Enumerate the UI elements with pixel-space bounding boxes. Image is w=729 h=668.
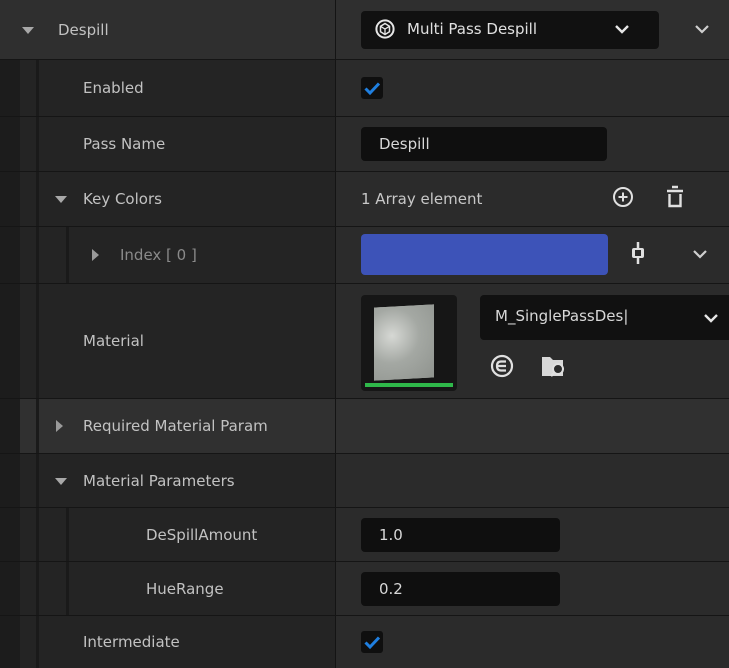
- expand-arrow-icon[interactable]: [56, 420, 63, 432]
- row-enabled: Enabled: [0, 60, 729, 117]
- indent-line: [66, 562, 69, 615]
- expand-arrow-icon[interactable]: [92, 249, 99, 261]
- hue-range-name-cell: HueRange: [0, 562, 335, 615]
- add-element-icon[interactable]: [612, 186, 634, 212]
- indent-line: [36, 508, 39, 561]
- material-params-label: Material Parameters: [83, 471, 235, 490]
- class-dropdown-value: Multi Pass Despill: [407, 20, 538, 38]
- pass-name-name-cell: Pass Name: [0, 117, 335, 171]
- row-key-colors: Key Colors 1 Array element: [0, 172, 729, 227]
- despill-amount-label: DeSpillAmount: [146, 525, 258, 544]
- row-hue-range: HueRange 0.2: [0, 562, 729, 616]
- indent-line: [36, 454, 39, 507]
- row-options-chevron-icon[interactable]: [694, 21, 710, 39]
- eyedropper-icon[interactable]: [628, 241, 648, 269]
- browse-to-asset-icon[interactable]: [541, 354, 569, 384]
- row-material-parameters: Material Parameters: [0, 454, 729, 508]
- row-intermediate: Intermediate: [0, 616, 729, 668]
- indent-gutter: [0, 616, 20, 668]
- asset-type-bar: [365, 383, 453, 387]
- color-swatch[interactable]: [361, 234, 608, 275]
- row-despill: Despill Multi Pass Despill: [0, 0, 729, 60]
- indent-gutter: [0, 562, 20, 615]
- details-panel: Despill Multi Pass Despill Enabled Pass …: [0, 0, 729, 668]
- intermediate-checkbox[interactable]: [361, 631, 383, 653]
- indent-gutter: [0, 399, 20, 453]
- despill-amount-input[interactable]: 1.0: [361, 517, 560, 552]
- index-0-label: Index [ 0 ]: [120, 246, 197, 264]
- key-colors-name-cell[interactable]: Key Colors: [0, 172, 335, 226]
- indent-gutter: [0, 60, 20, 116]
- material-name-cell: Material: [0, 284, 335, 398]
- row-required-material-params: Required Material Param: [0, 399, 729, 454]
- enabled-value-cell: [336, 60, 729, 116]
- despill-label: Despill: [58, 20, 109, 39]
- indent-line: [36, 60, 39, 116]
- indent-gutter: [0, 227, 20, 283]
- indent-line: [36, 172, 39, 226]
- despill-amount-name-cell: DeSpillAmount: [0, 508, 335, 561]
- unreal-engine-logo-icon: [375, 19, 395, 39]
- indent-line: [36, 284, 39, 398]
- despill-value-cell: Multi Pass Despill: [336, 0, 729, 59]
- hue-range-input[interactable]: 0.2: [361, 571, 560, 606]
- asset-picker-dropdown[interactable]: M_SinglePassDes|: [480, 295, 729, 340]
- indent-gutter: [0, 117, 20, 171]
- hue-range-label: HueRange: [146, 579, 224, 598]
- enabled-name-cell: Enabled: [0, 60, 335, 116]
- expand-arrow-icon[interactable]: [22, 26, 34, 34]
- material-preview-image: [374, 304, 434, 381]
- intermediate-value-cell: [336, 616, 729, 668]
- indent-gutter: [0, 284, 20, 398]
- indent-line: [66, 508, 69, 561]
- indent-line: [66, 227, 69, 283]
- indent-gutter: [0, 508, 20, 561]
- trash-icon[interactable]: [665, 185, 685, 213]
- row-material: Material M_SinglePassDes|: [0, 284, 729, 399]
- chevron-down-icon[interactable]: [692, 246, 708, 264]
- index-0-name-cell[interactable]: Index [ 0 ]: [0, 227, 335, 283]
- chevron-down-icon: [614, 22, 630, 40]
- row-index-0: Index [ 0 ]: [0, 227, 729, 284]
- expand-arrow-icon[interactable]: [55, 477, 67, 485]
- required-params-value-cell: [336, 399, 729, 453]
- checkmark-icon: [364, 636, 381, 650]
- row-despill-amount: DeSpillAmount 1.0: [0, 508, 729, 562]
- indent-gutter: [0, 454, 20, 507]
- material-thumbnail[interactable]: [361, 295, 457, 391]
- use-selected-asset-icon[interactable]: [490, 354, 514, 382]
- row-pass-name: Pass Name Despill: [0, 117, 729, 172]
- despill-name-cell[interactable]: Despill: [0, 0, 335, 59]
- material-params-name-cell[interactable]: Material Parameters: [0, 454, 335, 507]
- indent-line: [36, 117, 39, 171]
- key-colors-label: Key Colors: [83, 190, 162, 208]
- required-params-name-cell[interactable]: Required Material Param: [0, 399, 335, 453]
- indent-line: [36, 399, 39, 453]
- checkmark-icon: [364, 82, 381, 96]
- intermediate-name-cell: Intermediate: [0, 616, 335, 668]
- asset-name: M_SinglePassDes|: [495, 307, 629, 325]
- indent-line: [36, 562, 39, 615]
- intermediate-label: Intermediate: [83, 633, 180, 651]
- indent-line: [36, 616, 39, 668]
- enabled-label: Enabled: [83, 79, 144, 97]
- material-label: Material: [83, 332, 144, 350]
- pass-name-input[interactable]: Despill: [361, 127, 607, 161]
- enabled-checkbox[interactable]: [361, 77, 383, 99]
- chevron-down-icon: [703, 311, 719, 329]
- indent-gutter: [0, 172, 20, 226]
- pass-name-label: Pass Name: [83, 135, 166, 153]
- class-dropdown[interactable]: Multi Pass Despill: [361, 11, 659, 49]
- indent-line: [36, 227, 39, 283]
- array-element-count: 1 Array element: [361, 190, 483, 208]
- expand-arrow-icon[interactable]: [55, 196, 67, 203]
- material-params-value-cell: [336, 454, 729, 507]
- required-params-label: Required Material Param: [83, 417, 268, 435]
